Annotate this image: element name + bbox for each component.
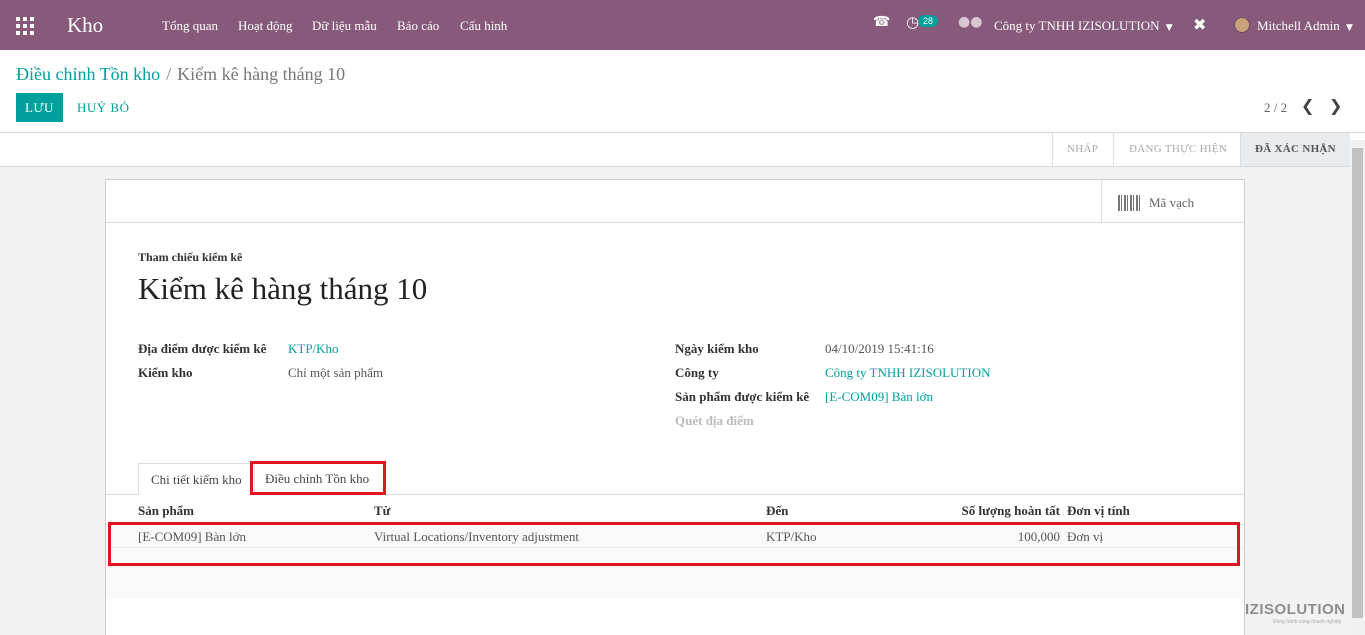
- breadcrumb-current: Kiểm kê hàng tháng 10: [177, 64, 346, 84]
- stage-in-progress[interactable]: ĐANG THỰC HIỆN: [1129, 133, 1227, 166]
- avatar[interactable]: [1234, 17, 1250, 33]
- field-location[interactable]: KTP/Kho: [288, 341, 339, 357]
- chevron-right-icon[interactable]: ❯: [1329, 96, 1342, 115]
- button-box: Mã vạch: [106, 180, 1244, 223]
- field-label-product: Sản phẩm được kiểm kê: [675, 389, 810, 404]
- field-label-scan-location: Quét địa điểm: [675, 413, 754, 428]
- menu-configuration[interactable]: Cấu hình: [460, 18, 507, 34]
- menu-overview[interactable]: Tổng quan: [162, 18, 218, 34]
- caret-down-icon: ▼: [1165, 23, 1173, 33]
- chevron-left-icon[interactable]: ❮: [1301, 96, 1314, 115]
- breadcrumb: Điều chỉnh Tồn kho / Kiểm kê hàng tháng 10: [16, 64, 345, 85]
- table-header: Sản phẩm Từ Đến Số lượng hoàn tất Đơn vị…: [106, 500, 1244, 524]
- discard-button[interactable]: HUỶ BỎ: [77, 100, 129, 116]
- field-label-company: Công ty: [675, 365, 719, 380]
- col-to[interactable]: Đến: [766, 503, 788, 519]
- col-from[interactable]: Từ: [374, 503, 390, 519]
- ref-label: Tham chiếu kiểm kê: [138, 250, 243, 264]
- stage-draft[interactable]: NHÁP: [1067, 133, 1098, 166]
- field-date[interactable]: 04/10/2019 15:41:16: [825, 341, 934, 357]
- phone-icon[interactable]: ☎: [873, 14, 890, 30]
- menu-master-data[interactable]: Dữ liệu mẫu: [312, 18, 377, 34]
- caret-down-icon: ▼: [1345, 23, 1353, 33]
- field-label-location: Địa điểm được kiểm kê: [138, 341, 267, 356]
- menu-operations[interactable]: Hoạt động: [238, 18, 293, 34]
- company-switcher[interactable]: Công ty TNHH IZISOLUTION ▼: [994, 18, 1173, 34]
- barcode-label: Mã vạch: [1149, 195, 1195, 210]
- save-button[interactable]: LƯU: [16, 93, 63, 122]
- barcode-icon: [1118, 195, 1140, 211]
- watermark-subtext: Đồng hành cùng doanh nghiệp: [1273, 619, 1342, 625]
- apps-menu-icon[interactable]: [16, 17, 34, 35]
- highlight-box-row: [108, 522, 1240, 566]
- breadcrumb-separator: /: [166, 64, 172, 84]
- top-navbar: Kho Tổng quan Hoạt động Dữ liệu mẫu Báo …: [0, 0, 1365, 50]
- status-bar: NHÁP ĐANG THỰC HIỆN ĐÃ XÁC NHẬN: [0, 133, 1365, 167]
- control-panel: Điều chỉnh Tồn kho / Kiểm kê hàng tháng 10…: [0, 50, 1365, 133]
- field-company[interactable]: Công ty TNHH IZISOLUTION: [825, 365, 991, 381]
- company-name: Công ty TNHH IZISOLUTION: [994, 18, 1160, 33]
- field-product[interactable]: [E-COM09] Bàn lớn: [825, 389, 933, 405]
- breadcrumb-parent[interactable]: Điều chỉnh Tồn kho: [16, 64, 160, 84]
- watermark-logo: IZISOLUTION Đồng hành cùng doanh nghiệp: [1245, 601, 1346, 625]
- pager-value[interactable]: 2 / 2: [1264, 100, 1287, 116]
- activity-badge: 28: [918, 15, 939, 27]
- menu-reporting[interactable]: Báo cáo: [397, 18, 439, 34]
- user-menu[interactable]: Mitchell Admin ▼: [1257, 18, 1353, 34]
- col-uom[interactable]: Đơn vị tính: [1067, 503, 1130, 519]
- col-quantity-done[interactable]: Số lượng hoàn tất: [962, 503, 1060, 519]
- scrollbar[interactable]: [1350, 140, 1365, 635]
- tab-inventory-details[interactable]: Chi tiết kiểm kho: [138, 463, 255, 495]
- watermark-text: IZISOLUTION: [1245, 601, 1346, 618]
- chat-icon[interactable]: ●●: [958, 14, 982, 30]
- scrollbar-thumb[interactable]: [1352, 148, 1363, 618]
- barcode-button[interactable]: Mã vạch: [1101, 180, 1244, 223]
- app-title: Kho: [67, 13, 104, 37]
- page-title[interactable]: Kiểm kê hàng tháng 10: [138, 271, 427, 307]
- field-inventory-of[interactable]: Chỉ một sản phẩm: [288, 365, 383, 381]
- form-sheet: Mã vạch Tham chiếu kiểm kê Kiểm kê hàng …: [105, 179, 1245, 635]
- field-label-date: Ngày kiểm kho: [675, 341, 759, 356]
- user-name: Mitchell Admin: [1257, 18, 1340, 33]
- field-label-inventory-of: Kiểm kho: [138, 365, 193, 380]
- stage-validated[interactable]: ĐÃ XÁC NHẬN: [1241, 133, 1350, 166]
- col-product[interactable]: Sản phẩm: [138, 503, 194, 519]
- highlight-box-tab: [250, 461, 386, 495]
- debug-tools-icon[interactable]: ✖: [1193, 15, 1206, 34]
